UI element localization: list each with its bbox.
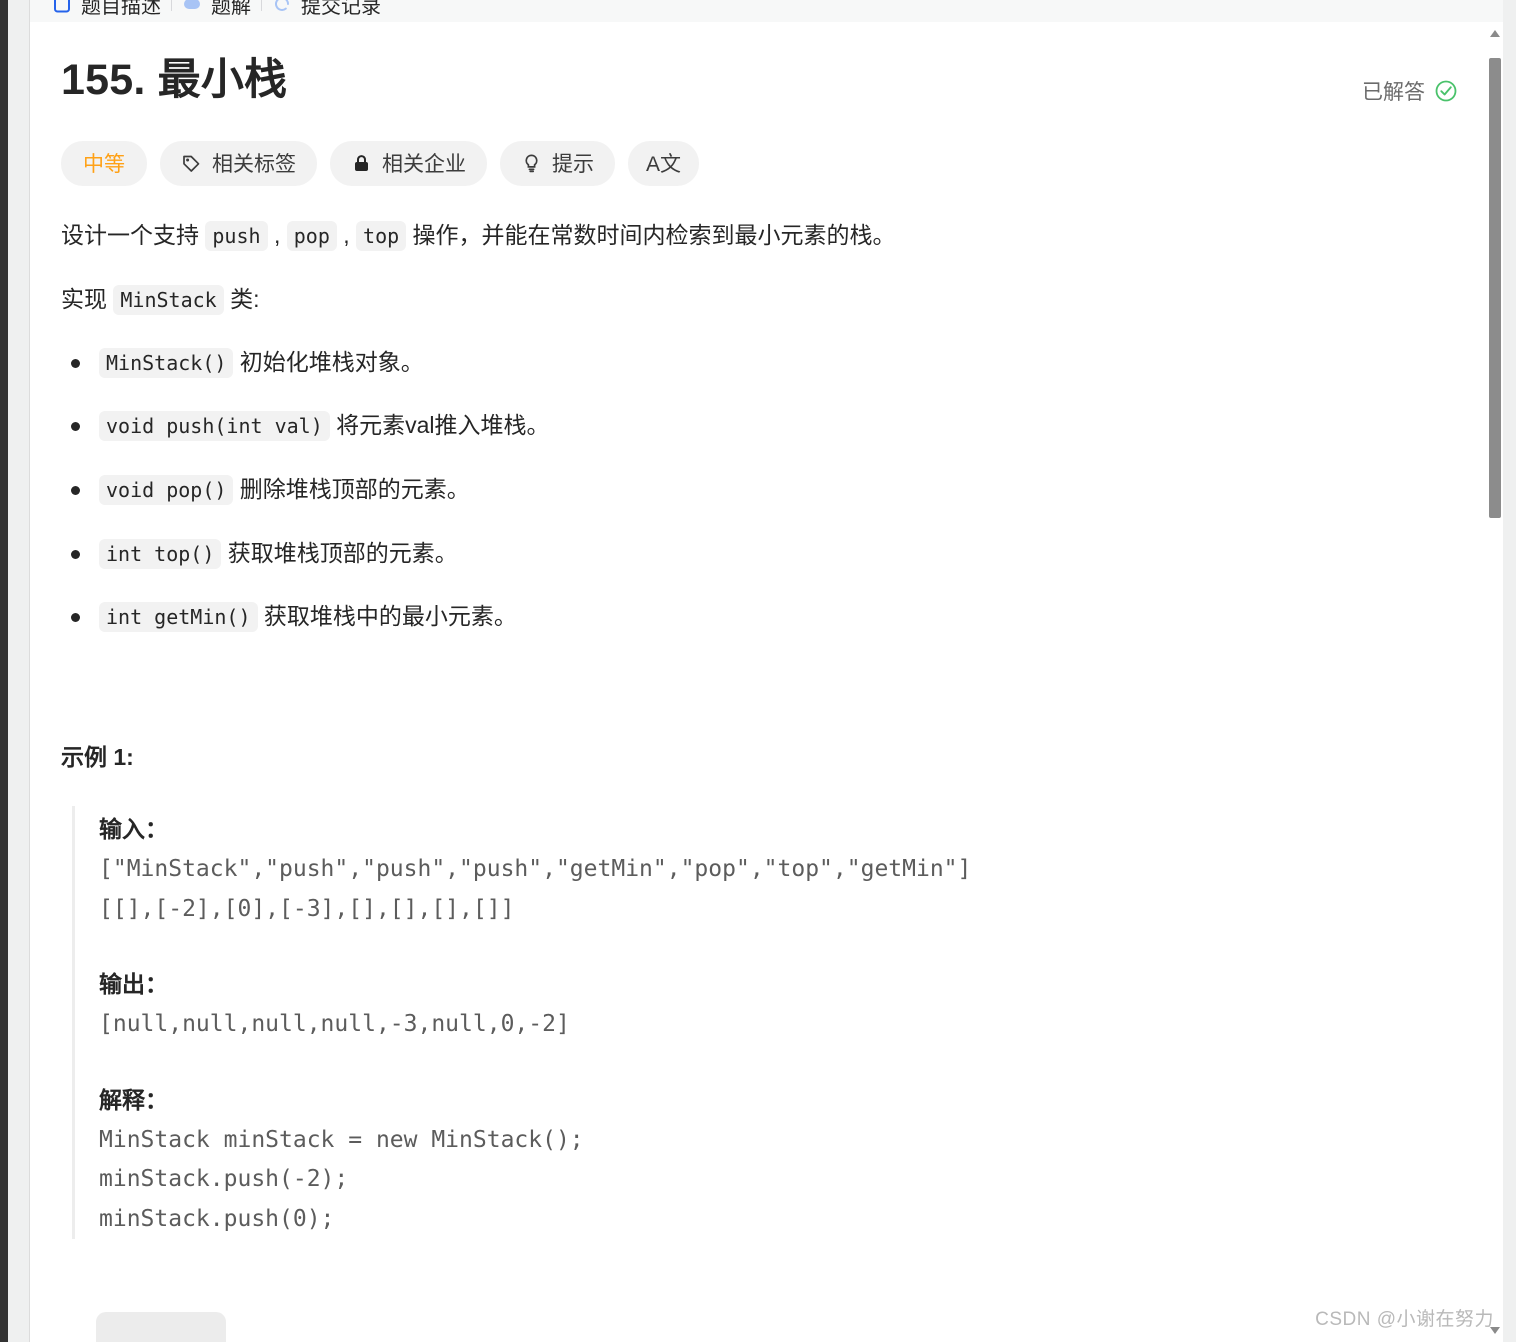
method-signature: void pop() [99,475,234,506]
hint-label: 提示 [552,153,594,177]
example-input-code: ["MinStack","push","push","push","getMin… [99,856,972,922]
status-label: 已解答 [1362,81,1425,104]
tab-submissions[interactable]: 提交记录 [262,0,391,22]
example-input-label: 输入： [99,816,168,843]
related-companies-pill[interactable]: 相关企业 [330,140,487,186]
watermark: CSDN @小谢在努力 [1315,1309,1494,1330]
example-block: 输入： ["MinStack","push","push","push","ge… [72,806,1458,1240]
example-heading: 示例 1: [61,744,134,771]
translate-label: A文 [646,153,682,177]
desc-text-c: , [336,221,357,248]
example-explain-label: 解释： [99,1086,168,1113]
related-companies-label: 相关企业 [382,153,466,177]
page-title: 155. 最小栈 [61,56,288,104]
method-description: 获取堆栈中的最小元素。 [257,603,517,630]
desc-text-b: , [267,221,287,248]
status-badge: 已解答 [1362,76,1458,106]
scrollbar-thumb[interactable] [1489,58,1501,518]
example-output-label: 输出： [99,971,168,998]
tab-description-label: 题目描述 [81,0,161,18]
desc2-text-b: 类: [223,286,260,313]
tab-submissions-label: 提交记录 [301,0,381,18]
floating-action-chip[interactable] [96,1312,226,1342]
list-item: int top() 获取堆栈顶部的元素。 [61,536,1458,572]
desc-text-a: 设计一个支持 [61,221,206,248]
list-item: int getMin() 获取堆栈中的最小元素。 [61,599,1458,635]
hint-pill[interactable]: 提示 [500,140,615,186]
history-icon [275,0,290,11]
method-signature: int getMin() [99,602,258,633]
tab-solutions-label: 题解 [211,0,251,18]
difficulty-label: 中等 [83,153,125,177]
ide-activity-rail [0,0,8,1342]
description-paragraph-1: 设计一个支持 push , pop , top 操作，并能在常数时间内检索到最小… [61,216,1458,256]
description-paragraph-2: 实现 MinStack 类: [61,280,1458,320]
lightbulb-icon [525,154,538,172]
method-description: 将元素val推入堆栈。 [329,412,550,439]
list-item: void push(int val) 将元素val推入堆栈。 [61,408,1458,444]
method-signature: void push(int val) [99,411,330,442]
tag-row: 中等 相关标签 相关企业 提示 A文 [61,140,1458,186]
example-output-code: [null,null,null,null,-3,null,0,-2] [99,1011,570,1038]
list-item: MinStack() 初始化堆栈对象。 [61,345,1458,381]
ide-gutter [8,0,28,1342]
code-top: top [356,220,407,251]
example-explain-code: MinStack minStack = new MinStack(); minS… [99,1126,584,1232]
problem-content: 155. 最小栈 已解答 中等 相关标签 相关企业 提示 A文 设计一个支持 p… [30,22,1503,1342]
problem-description: 设计一个支持 push , pop , top 操作，并能在常数时间内检索到最小… [61,216,1458,1240]
list-item: void pop() 删除堆栈顶部的元素。 [61,472,1458,508]
tab-solutions[interactable]: 题解 [172,0,261,22]
scroll-up-arrow-icon[interactable] [1490,30,1500,37]
related-tags-pill[interactable]: 相关标签 [160,140,317,186]
method-description: 初始化堆栈对象。 [233,348,424,375]
vertical-scrollbar[interactable] [1487,22,1503,1342]
method-list: MinStack() 初始化堆栈对象。 void push(int val) 将… [61,345,1458,635]
method-signature: MinStack() [99,347,234,378]
method-description: 删除堆栈顶部的元素。 [233,476,470,503]
code-pop: pop [286,220,337,251]
difficulty-pill[interactable]: 中等 [61,140,147,186]
code-push: push [205,220,268,251]
related-tags-label: 相关标签 [212,153,296,177]
lock-icon [355,154,368,171]
tab-description[interactable]: 题目描述 [42,0,171,22]
method-description: 获取堆栈顶部的元素。 [221,539,458,566]
desc2-text-a: 实现 [61,286,114,313]
app-window: 题目描述 题解 提交记录 155. 最小栈 已解答 中等 相关标签 相关企业 提… [0,0,1516,1342]
code-minstack: MinStack [113,285,224,316]
translate-pill[interactable]: A文 [628,140,700,186]
title-row: 155. 最小栈 已解答 [61,54,1458,108]
check-circle-icon [1435,80,1457,102]
solutions-icon [184,0,200,9]
document-icon [54,0,70,13]
desc-text-d: 操作，并能在常数时间内检索到最小元素的栈。 [406,221,896,248]
tag-icon [183,155,200,172]
problem-tabstrip: 题目描述 题解 提交记录 [30,0,1503,22]
method-signature: int top() [99,538,222,569]
problem-panel: 题目描述 题解 提交记录 155. 最小栈 已解答 中等 相关标签 相关企业 提… [29,0,1503,1342]
